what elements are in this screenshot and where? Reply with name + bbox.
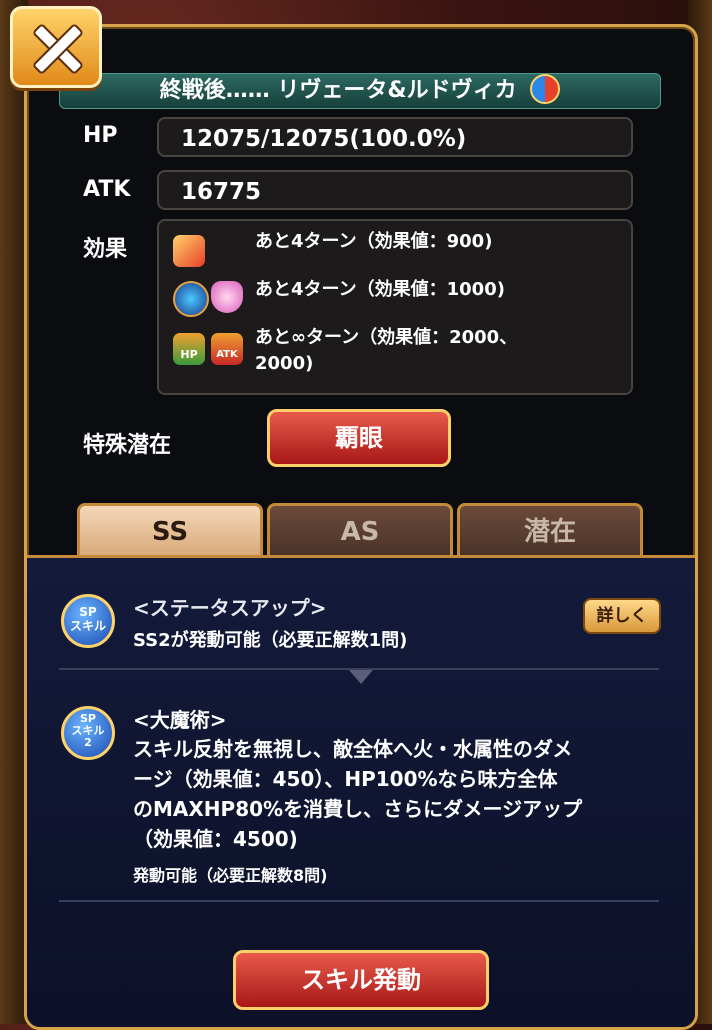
hp-up-icon: HP [173,333,205,365]
skill-description-line: （効果値：4500) [133,827,298,851]
tab-potential[interactable]: 潜在 [457,503,643,557]
attack-up-icon [173,235,205,267]
effect-item: あと4ターン（効果値：1000) [255,279,505,300]
tab-ss[interactable]: SS [77,503,263,557]
effects-list: あと4ターン（効果値：900) あと4ターン（効果値：1000) HP ATK … [157,219,633,395]
close-button[interactable] [10,6,102,88]
skill-description-line: のMAXHP80%を消費し、さらにダメージアップ [133,797,583,821]
fire-water-element-icon [530,74,561,104]
shield-icon [211,281,243,313]
character-detail-panel: 終戦後…… リヴェータ&ルドヴィカ HP 12075/12075(100.0%)… [24,24,698,1030]
skill-name: <ステータスアップ> [133,596,327,620]
special-potential-label: 特殊潜在 [83,433,172,458]
sp-skill-badge: SP スキル [61,594,115,648]
effect-item-continued: 2000) [255,353,314,374]
divider [59,900,659,902]
skills-list: SP スキル <ステータスアップ> SS2が発動可能（必要正解数1問) 詳しく S… [27,555,695,1027]
skill-activation-status: 発動可能（必要正解数8問) [133,866,328,885]
effect-item: あと4ターン（効果値：900) [255,231,493,252]
sp-skill-2-badge: SP スキル 2 [61,706,115,760]
card-title: 終戦後…… リヴェータ&ルドヴィカ [159,78,517,103]
activate-skill-button[interactable]: スキル発動 [233,950,489,1010]
skill-description-line: ージ（効果値：450）、HP100%なら味方全体 [133,767,558,791]
skill-name: <大魔術> [133,708,227,732]
skill-description: SS2が発動可能（必要正解数1問) [133,630,408,651]
hp-label: HP [83,123,118,148]
hp-value: 12075/12075(100.0%) [157,117,633,157]
details-button[interactable]: 詳しく [583,598,661,634]
tab-as[interactable]: AS [267,503,453,557]
chevron-down-icon [349,670,373,684]
effect-item: あと∞ターン（効果値：2000、 [255,327,518,348]
atk-up-icon: ATK [211,333,243,365]
atk-label: ATK [83,177,131,202]
special-potential-button[interactable]: 覇眼 [267,409,451,467]
eye-icon [173,281,209,317]
effects-label: 効果 [83,237,128,262]
card-title-bar: 終戦後…… リヴェータ&ルドヴィカ [59,73,661,109]
atk-value: 16775 [157,170,633,210]
skill-description-line: スキル反射を無視し、敵全体へ火・水属性のダメ [133,737,573,761]
